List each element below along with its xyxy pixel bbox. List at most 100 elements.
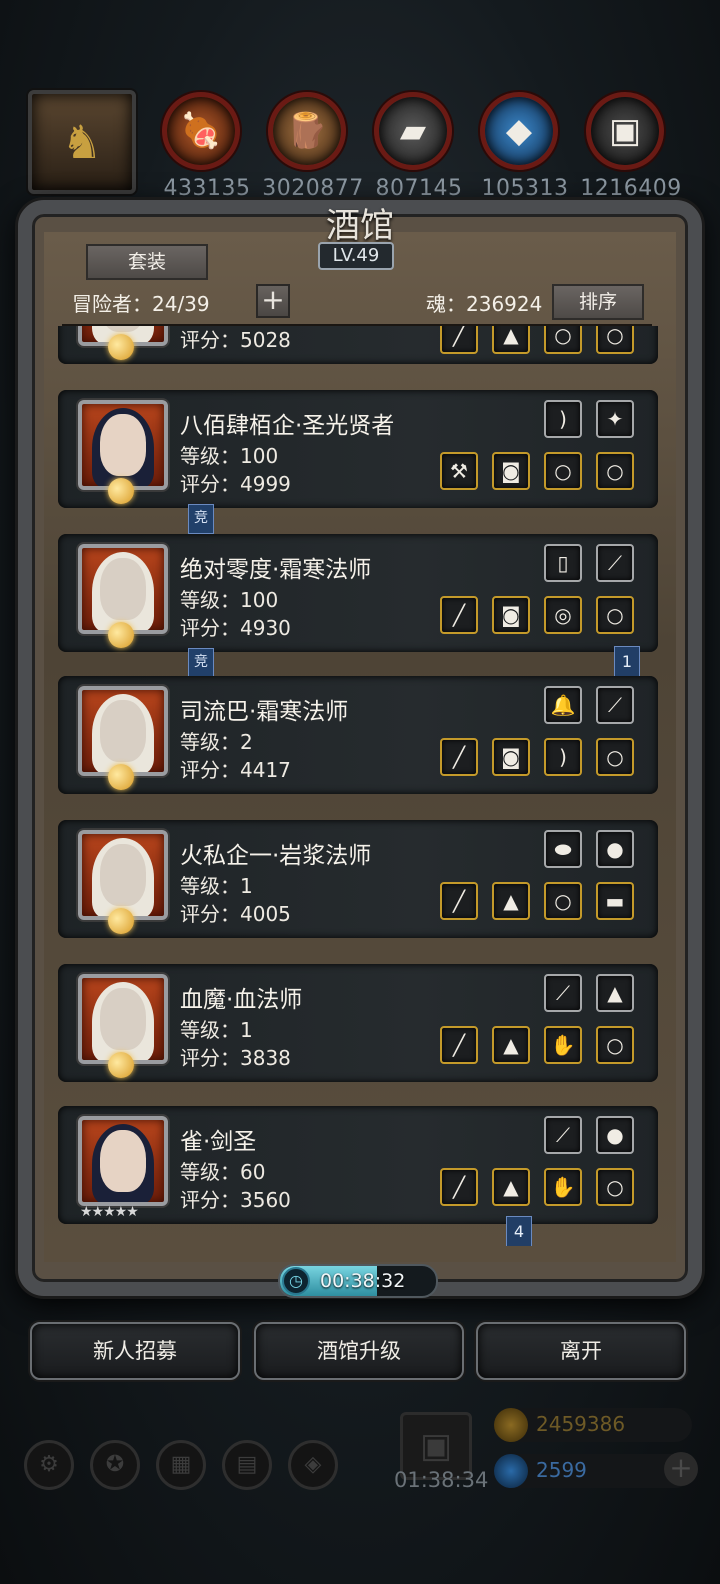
hero-level: 等级：100 (180, 588, 279, 612)
hero-card[interactable]: ★★★★★ 雀·剑圣 等级：60 评分：3560 ⟋ ● ╱ ▲ ✋ ○ (58, 1106, 658, 1224)
bow-icon[interactable]: ) (544, 738, 582, 776)
gift-timer: 01:38:34 (394, 1468, 489, 1492)
iron-resource[interactable]: ▰ 807145 (374, 92, 462, 201)
hero-name: 司流巴·霜寒法师 (180, 699, 349, 725)
ring-icon[interactable]: ○ (596, 326, 634, 354)
star-rating: ★★★★★ (80, 1204, 139, 1220)
relic-icon[interactable]: ✦ (596, 400, 634, 438)
hero-card[interactable]: 司流巴·霜寒法师 等级：2 评分：4417 🔔 ⟋ ╱ ◙ ) ○ (58, 676, 658, 794)
hero-card[interactable]: 绝对零度·霜寒法师 等级：100 评分：4930 ▯ ⟋ ╱ ◙ ◎ ○ (58, 534, 658, 652)
hero-card[interactable]: 评分：5028 ╱ ▲ ○ ○ (58, 326, 658, 364)
staff-icon[interactable]: ╱ (440, 326, 478, 354)
emblem-icon[interactable]: ✪ (90, 1440, 140, 1490)
hero-score: 评分：4930 (180, 616, 291, 640)
wood-resource[interactable]: 🪵 3020877 (262, 92, 363, 201)
bow-icon[interactable]: ) (544, 400, 582, 438)
moon-icon (108, 622, 134, 648)
hero-card[interactable]: 八佰肆栢企·圣光贤者 等级：100 评分：4999 ) ✦ ⚒ ◙ ○ ○ (58, 390, 658, 508)
book-icon[interactable]: ▤ (222, 1440, 272, 1490)
map-icon[interactable]: ▦ (156, 1440, 206, 1490)
gem-icon (494, 1454, 528, 1488)
hero-level: 等级：1 (180, 1018, 253, 1042)
hero-list[interactable]: 评分：5028 ╱ ▲ ○ ○ 八佰肆栢企·圣光贤者 等级：100 评分：499… (58, 326, 658, 1246)
belt-icon[interactable]: ▬ (596, 882, 634, 920)
add-currency-button[interactable]: + (664, 1452, 698, 1486)
gold-amount: 2459386 (536, 1412, 626, 1436)
recruit-button[interactable]: 新人招募 (30, 1322, 240, 1380)
stone-icon: ▣ (586, 92, 664, 170)
hero-name: 血魔·血法师 (180, 987, 303, 1013)
hero-portrait (78, 544, 168, 634)
feather-icon[interactable]: ⟋ (544, 1116, 582, 1154)
robe-icon[interactable]: ▲ (492, 1168, 530, 1206)
moon-icon (108, 1052, 134, 1078)
hero-name: 火私企一·岩浆法师 (180, 843, 372, 869)
sort-button[interactable]: 排序 (552, 284, 644, 320)
ring-icon[interactable]: ○ (544, 452, 582, 490)
hero-score: 评分：3560 (180, 1188, 291, 1212)
staff-icon[interactable]: ╱ (440, 1026, 478, 1064)
hero-card[interactable]: 血魔·血法师 等级：1 评分：3838 ⟋ ▲ ╱ ▲ ✋ ○ (58, 964, 658, 1082)
shield-icon[interactable]: ▯ (544, 544, 582, 582)
armor-icon[interactable]: ◙ (492, 596, 530, 634)
feather-icon[interactable]: ⟋ (596, 544, 634, 582)
ring-icon[interactable]: ○ (544, 882, 582, 920)
ring-icon[interactable]: ○ (544, 326, 582, 354)
rank-tag: 1 (614, 646, 640, 680)
hero-portrait (78, 686, 168, 776)
cube-icon[interactable]: ◈ (288, 1440, 338, 1490)
hero-card[interactable]: 火私企一·岩浆法师 等级：1 评分：4005 ⬬ ● ╱ ▲ ○ ▬ (58, 820, 658, 938)
hero-score: 评分：3838 (180, 1046, 291, 1070)
sword-icon[interactable]: ╱ (440, 1168, 478, 1206)
wood-icon: 🪵 (268, 92, 346, 170)
gem-counter: 2599 (494, 1454, 692, 1488)
timer-text: 00:38:32 (320, 1270, 406, 1292)
dagger-icon[interactable]: ⟋ (544, 974, 582, 1012)
iron-icon: ▰ (374, 92, 452, 170)
stone-resource[interactable]: ▣ 1216409 (580, 92, 681, 201)
staff-icon[interactable]: ⚒ (440, 452, 478, 490)
hero-portrait (78, 830, 168, 920)
leave-button[interactable]: 离开 (476, 1322, 686, 1380)
crystal-resource[interactable]: ◆ 105313 (480, 92, 568, 201)
gauntlet-icon[interactable]: ✋ (544, 1168, 582, 1206)
ring-icon[interactable]: ○ (596, 738, 634, 776)
staff-icon[interactable]: ╱ (440, 596, 478, 634)
panel-title: 酒馆 (326, 206, 394, 246)
hero-level: 等级：60 (180, 1160, 266, 1184)
gauntlet-icon[interactable]: ✋ (544, 1026, 582, 1064)
add-slot-button[interactable]: + (256, 284, 290, 318)
robe-icon[interactable]: ▲ (492, 1026, 530, 1064)
ring-icon[interactable]: ○ (596, 1168, 634, 1206)
hero-name: 绝对零度·霜寒法师 (180, 557, 372, 583)
meat-resource[interactable]: 🍖 433135 (162, 92, 250, 201)
potion-icon[interactable]: ● (596, 830, 634, 868)
bracer-icon[interactable]: ◎ (544, 596, 582, 634)
stone-icon[interactable]: ⬬ (544, 830, 582, 868)
feather-icon[interactable]: ⟋ (596, 686, 634, 724)
ring-icon[interactable]: ○ (596, 596, 634, 634)
hero-level: 等级：2 (180, 730, 253, 754)
potion-icon[interactable]: ● (596, 1116, 634, 1154)
wand-icon[interactable]: ╱ (440, 738, 478, 776)
ring-icon[interactable]: ○ (596, 452, 634, 490)
hero-score: 评分：4999 (180, 472, 291, 496)
set-button[interactable]: 套装 (86, 244, 208, 280)
amulet-icon[interactable]: ▲ (596, 974, 634, 1012)
robe-icon[interactable]: ▲ (492, 882, 530, 920)
ring-icon[interactable]: ○ (596, 1026, 634, 1064)
settings-icon[interactable]: ⚙ (24, 1440, 74, 1490)
hero-portrait-icon[interactable]: ♞ (28, 90, 136, 194)
bell-icon[interactable]: 🔔 (544, 686, 582, 724)
moon-icon (108, 478, 134, 504)
tavern-upgrade-button[interactable]: 酒馆升级 (254, 1322, 464, 1380)
robe-icon[interactable]: ▲ (492, 326, 530, 354)
hero-score: 评分：5028 (180, 328, 291, 352)
armor-icon[interactable]: ◙ (492, 738, 530, 776)
moon-icon (108, 334, 134, 360)
armor-icon[interactable]: ◙ (492, 452, 530, 490)
staff-icon[interactable]: ╱ (440, 882, 478, 920)
hero-score: 评分：4417 (180, 758, 291, 782)
hero-level: 等级：1 (180, 874, 253, 898)
hero-portrait (78, 974, 168, 1064)
